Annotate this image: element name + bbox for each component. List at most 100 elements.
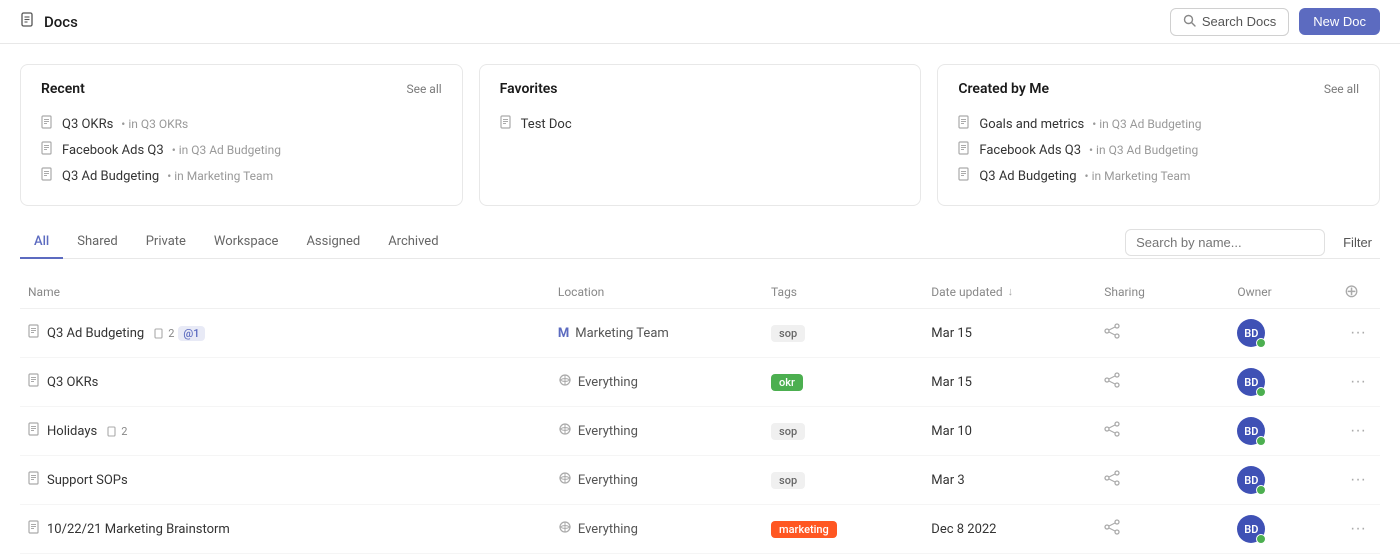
new-doc-button[interactable]: New Doc — [1299, 8, 1380, 35]
user-count-badge: @1 — [178, 326, 204, 341]
filter-button[interactable]: Filter — [1335, 230, 1380, 255]
list-item[interactable]: Q3 Ad Budgeting • in Marketing Team — [958, 163, 1359, 189]
tag-badge[interactable]: sop — [771, 472, 805, 489]
doc-file-icon — [958, 141, 971, 159]
tabs-bar: All Shared Private Workspace Assigned Ar… — [20, 226, 1380, 259]
row-name-cell: Holidays 2 — [20, 407, 550, 456]
row-name-cell: Support SOPs — [20, 456, 550, 505]
tag-badge[interactable]: sop — [771, 423, 805, 440]
row-location-cell: Everything — [550, 505, 763, 554]
row-tags-cell: sop — [763, 456, 923, 505]
everything-icon — [558, 422, 572, 440]
row-owner-cell: BD — [1229, 358, 1336, 407]
doc-file-icon — [41, 167, 54, 185]
row-more-button[interactable]: ··· — [1344, 322, 1372, 344]
row-sharing-cell — [1096, 358, 1229, 407]
avatar-dot — [1256, 485, 1266, 495]
search-docs-label: Search Docs — [1202, 14, 1276, 29]
avatar-dot — [1256, 338, 1266, 348]
row-location-cell: M Marketing Team — [550, 309, 763, 358]
row-more-button[interactable]: ··· — [1344, 371, 1372, 393]
sort-icon: ↓ — [1008, 285, 1014, 298]
search-name-input[interactable] — [1125, 229, 1325, 256]
tab-shared[interactable]: Shared — [63, 226, 131, 259]
row-more-cell: ··· — [1336, 456, 1380, 505]
row-owner-cell: BD — [1229, 505, 1336, 554]
row-date-cell: Mar 10 — [923, 407, 1096, 456]
tabs-right: Filter — [1125, 229, 1380, 256]
list-item[interactable]: Goals and metrics • in Q3 Ad Budgeting — [958, 111, 1359, 137]
row-more-button[interactable]: ··· — [1344, 420, 1372, 442]
share-icon — [1104, 521, 1120, 539]
doc-name[interactable]: Holidays — [47, 424, 97, 439]
created-item-name: Facebook Ads Q3 — [979, 143, 1081, 158]
list-item[interactable]: Q3 Ad Budgeting • in Marketing Team — [41, 163, 442, 189]
doc-file-icon — [41, 141, 54, 159]
list-item[interactable]: Test Doc — [500, 111, 901, 137]
tab-assigned[interactable]: Assigned — [292, 226, 374, 259]
col-header-location: Location — [550, 275, 763, 309]
everything-icon — [558, 471, 572, 489]
recent-item-name: Q3 Ad Budgeting — [62, 169, 159, 184]
created-by-me-card: Created by Me See all Goals and metrics … — [937, 64, 1380, 206]
doc-name[interactable]: 10/22/21 Marketing Brainstorm — [47, 522, 230, 537]
tag-badge[interactable]: sop — [771, 325, 805, 342]
recent-card: Recent See all Q3 OKRs • in Q3 OKRs Face… — [20, 64, 463, 206]
row-owner-cell: BD — [1229, 407, 1336, 456]
list-item[interactable]: Facebook Ads Q3 • in Q3 Ad Budgeting — [41, 137, 442, 163]
table-row: Q3 OKRs Everything okr Mar 15 — [20, 358, 1380, 407]
row-more-cell: ··· — [1336, 309, 1380, 358]
doc-name[interactable]: Support SOPs — [47, 473, 128, 488]
list-item[interactable]: Facebook Ads Q3 • in Q3 Ad Budgeting — [958, 137, 1359, 163]
favorites-title: Favorites — [500, 81, 558, 97]
col-header-tags: Tags — [763, 275, 923, 309]
doc-file-icon — [28, 520, 41, 538]
row-sharing-cell — [1096, 456, 1229, 505]
tag-badge[interactable]: marketing — [771, 521, 837, 538]
tab-workspace[interactable]: Workspace — [200, 226, 293, 259]
created-by-me-title: Created by Me — [958, 81, 1049, 97]
doc-file-icon — [28, 373, 41, 391]
doc-file-icon — [28, 422, 41, 440]
tab-all[interactable]: All — [20, 226, 63, 259]
list-item[interactable]: Q3 OKRs • in Q3 OKRs — [41, 111, 442, 137]
table-row: Support SOPs Everything sop Mar 3 — [20, 456, 1380, 505]
header: Docs Search Docs New Doc — [0, 0, 1400, 44]
add-column-button[interactable]: ⊕ — [1344, 281, 1359, 302]
recent-item-sub: • in Q3 OKRs — [121, 117, 188, 131]
tag-badge[interactable]: okr — [771, 374, 803, 391]
tab-private[interactable]: Private — [132, 226, 200, 259]
row-tags-cell: sop — [763, 407, 923, 456]
docs-logo-icon — [20, 12, 36, 32]
created-by-me-card-header: Created by Me See all — [958, 81, 1359, 97]
created-item-sub: • in Marketing Team — [1085, 169, 1191, 183]
col-header-date-updated[interactable]: Date updated ↓ — [923, 275, 1096, 309]
doc-file-icon — [958, 167, 971, 185]
table-row: Q3 Ad Budgeting 2 @1 M Marketing — [20, 309, 1380, 358]
created-item-name: Q3 Ad Budgeting — [979, 169, 1076, 184]
doc-name[interactable]: Q3 Ad Budgeting — [47, 326, 144, 341]
doc-file-icon — [28, 324, 41, 342]
row-location-cell: Everything — [550, 456, 763, 505]
row-date-cell: Mar 15 — [923, 358, 1096, 407]
share-icon — [1104, 325, 1120, 343]
created-item-sub: • in Q3 Ad Budgeting — [1092, 117, 1201, 131]
col-header-owner: Owner — [1229, 275, 1336, 309]
doc-name[interactable]: Q3 OKRs — [47, 375, 98, 390]
row-more-cell: ··· — [1336, 505, 1380, 554]
created-see-all[interactable]: See all — [1324, 82, 1359, 96]
search-docs-button[interactable]: Search Docs — [1170, 8, 1289, 36]
tab-archived[interactable]: Archived — [374, 226, 452, 259]
recent-see-all[interactable]: See all — [406, 82, 441, 96]
row-more-button[interactable]: ··· — [1344, 518, 1372, 540]
row-tags-cell: okr — [763, 358, 923, 407]
col-header-sharing: Sharing — [1096, 275, 1229, 309]
docs-table: Name Location Tags Date updated ↓ Sharin… — [20, 275, 1380, 554]
share-icon — [1104, 374, 1120, 392]
doc-file-icon — [41, 115, 54, 133]
col-header-name: Name — [20, 275, 550, 309]
doc-file-icon — [958, 115, 971, 133]
doc-file-icon — [500, 115, 513, 133]
row-tags-cell: marketing — [763, 505, 923, 554]
row-more-button[interactable]: ··· — [1344, 469, 1372, 491]
